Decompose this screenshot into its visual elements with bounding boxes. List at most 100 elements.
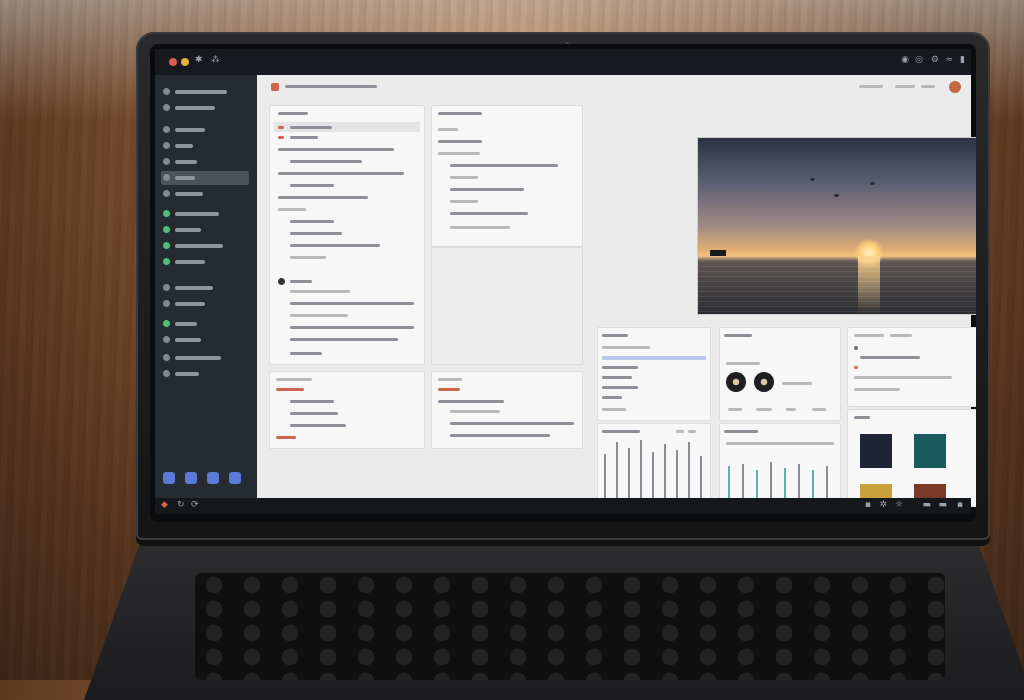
level-bar[interactable] (756, 470, 758, 500)
list-item[interactable] (602, 408, 626, 411)
list-item[interactable] (278, 196, 368, 199)
list-item[interactable] (450, 212, 528, 215)
power-icon[interactable]: ▪ (957, 500, 963, 510)
player-control[interactable] (812, 408, 826, 411)
list-item[interactable] (450, 410, 500, 413)
sidebar-item-music[interactable] (161, 171, 249, 185)
list-item[interactable] (278, 172, 404, 175)
header-control[interactable] (921, 85, 935, 88)
sunset-photo[interactable] (697, 137, 976, 315)
refresh-icon[interactable]: ↻ (177, 500, 185, 510)
settings-icon[interactable]: ✲ (879, 500, 887, 510)
level-bar[interactable] (826, 466, 828, 500)
yellow-dot-icon[interactable] (181, 58, 189, 66)
sun-icon[interactable]: ☼ (895, 500, 903, 510)
list-item[interactable] (450, 434, 550, 437)
list-item[interactable] (290, 244, 380, 247)
volume-icon[interactable]: ▬ (938, 500, 947, 510)
sidebar-item-search[interactable] (161, 101, 249, 115)
sidebar-item-tag[interactable] (161, 207, 249, 221)
player-control[interactable] (786, 408, 796, 411)
list-item[interactable] (290, 338, 398, 341)
list-item[interactable] (290, 326, 414, 329)
level-bar[interactable] (742, 464, 744, 500)
album-cover[interactable] (860, 434, 892, 468)
avatar[interactable] (949, 81, 961, 93)
list-item[interactable] (290, 314, 348, 317)
list-item[interactable] (602, 366, 638, 369)
list-item[interactable] (602, 396, 622, 399)
sidebar-row[interactable] (161, 297, 249, 311)
level-bar[interactable] (728, 466, 730, 500)
eq-bar[interactable] (604, 454, 606, 500)
list-item[interactable] (290, 302, 414, 305)
list-item[interactable] (290, 256, 326, 259)
gear-icon[interactable]: ✱ (195, 55, 203, 65)
list-item[interactable] (290, 184, 334, 187)
eq-control[interactable] (688, 430, 696, 433)
album-cover[interactable] (914, 434, 946, 468)
eq-bar[interactable] (688, 442, 690, 500)
level-bar[interactable] (798, 464, 800, 500)
sync-icon[interactable]: ⟳ (191, 500, 199, 510)
vinyl-icon[interactable] (754, 372, 774, 392)
level-bar[interactable] (784, 468, 786, 500)
eq-bar[interactable] (628, 448, 630, 500)
list-item[interactable] (278, 208, 306, 211)
list-item[interactable] (450, 200, 478, 203)
header-control[interactable] (895, 85, 915, 88)
status-icon[interactable]: ▪ (865, 500, 871, 510)
mail-icon[interactable] (185, 472, 197, 484)
sidebar-row[interactable] (161, 317, 249, 331)
header-control[interactable] (859, 85, 883, 88)
list-item[interactable] (274, 122, 420, 132)
sidebar-row[interactable] (161, 281, 249, 295)
player-control[interactable] (728, 408, 742, 411)
sidebar-item-star[interactable] (161, 155, 249, 169)
list-item[interactable] (290, 352, 322, 355)
eq-bar[interactable] (676, 450, 678, 500)
network-icon[interactable]: ▬ (922, 500, 931, 510)
level-bar[interactable] (770, 462, 772, 500)
red-dot-icon[interactable] (169, 58, 177, 66)
chat-icon[interactable] (163, 472, 175, 484)
list-item[interactable] (438, 140, 482, 143)
sidebar-item-folder[interactable] (161, 139, 249, 153)
player-control[interactable] (756, 408, 772, 411)
list-item[interactable] (438, 400, 504, 403)
eq-bar[interactable] (652, 452, 654, 500)
sidebar-item-clock[interactable] (161, 123, 249, 137)
app-icon[interactable]: ◆ (161, 500, 168, 510)
eq-bar[interactable] (616, 442, 618, 500)
menu-icon[interactable]: ⁂ (211, 55, 220, 65)
list-item[interactable] (602, 376, 632, 379)
settings-icon[interactable]: ⚙ (931, 55, 939, 65)
sidebar-item-user[interactable] (161, 223, 249, 237)
list-item[interactable] (450, 422, 574, 425)
sidebar-item-settings[interactable] (161, 255, 249, 269)
sidebar-item-cloud[interactable] (161, 239, 249, 253)
level-bar[interactable] (812, 470, 814, 500)
sidebar-row[interactable] (161, 333, 249, 347)
wifi-icon[interactable]: ≈ (945, 55, 953, 65)
sidebar-row[interactable] (161, 367, 249, 381)
calendar-icon[interactable] (229, 472, 241, 484)
eq-bar[interactable] (664, 444, 666, 500)
eq-control[interactable] (676, 430, 684, 433)
list-item[interactable] (290, 424, 346, 427)
sidebar-item-home[interactable] (161, 85, 249, 99)
list-item[interactable] (290, 400, 334, 403)
list-item[interactable] (438, 152, 480, 155)
list-item[interactable] (290, 136, 318, 139)
files-icon[interactable] (207, 472, 219, 484)
vinyl-icon[interactable] (726, 372, 746, 392)
record-icon[interactable]: ◉ (901, 55, 909, 65)
list-item[interactable] (290, 220, 334, 223)
list-item[interactable] (450, 226, 510, 229)
list-item[interactable] (278, 148, 394, 151)
sidebar-item-list[interactable] (161, 187, 249, 201)
list-item[interactable] (450, 164, 558, 167)
list-item[interactable] (290, 160, 362, 163)
progress-bar[interactable] (602, 356, 706, 360)
list-item[interactable] (450, 176, 478, 179)
